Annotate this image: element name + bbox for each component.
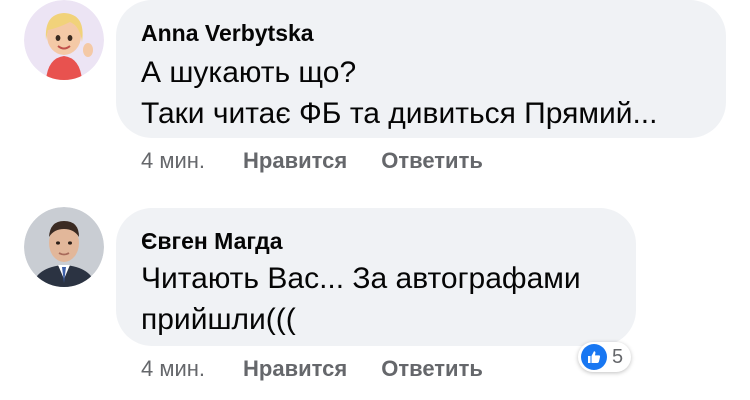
comment-author[interactable]: Євген Магда bbox=[141, 228, 282, 255]
reaction-summary[interactable]: 5 bbox=[578, 342, 632, 372]
comments-thread: Anna Verbytska А шукають що? Таки читає … bbox=[0, 0, 750, 400]
like-button[interactable]: Нравится bbox=[243, 148, 347, 174]
avatar[interactable] bbox=[24, 0, 104, 80]
comment-timestamp[interactable]: 4 мин. bbox=[141, 356, 205, 382]
comment-text-line: А шукають що? bbox=[141, 56, 357, 89]
avatar[interactable] bbox=[24, 207, 104, 287]
comment-timestamp[interactable]: 4 мин. bbox=[141, 148, 205, 174]
comment-author[interactable]: Anna Verbytska bbox=[141, 20, 314, 47]
reply-button[interactable]: Ответить bbox=[381, 356, 483, 382]
comment-text-line: Читають Вас... За автографами bbox=[141, 262, 581, 295]
reply-button[interactable]: Ответить bbox=[381, 148, 483, 174]
comment-bubble: Anna Verbytska А шукають що? Таки читає … bbox=[116, 0, 726, 138]
comment-text-line: прийшли((( bbox=[141, 303, 296, 336]
comment-actions: 4 мин. Нравится Ответить bbox=[141, 356, 517, 382]
like-button[interactable]: Нравится bbox=[243, 356, 347, 382]
comment-bubble: Євген Магда Читають Вас... За автографам… bbox=[116, 208, 636, 346]
like-icon bbox=[581, 344, 607, 370]
comment-actions: 4 мин. Нравится Ответить bbox=[141, 148, 517, 174]
comment-text-line: Таки читає ФБ та дивиться Прямий... bbox=[141, 97, 658, 130]
reaction-count: 5 bbox=[612, 345, 624, 368]
